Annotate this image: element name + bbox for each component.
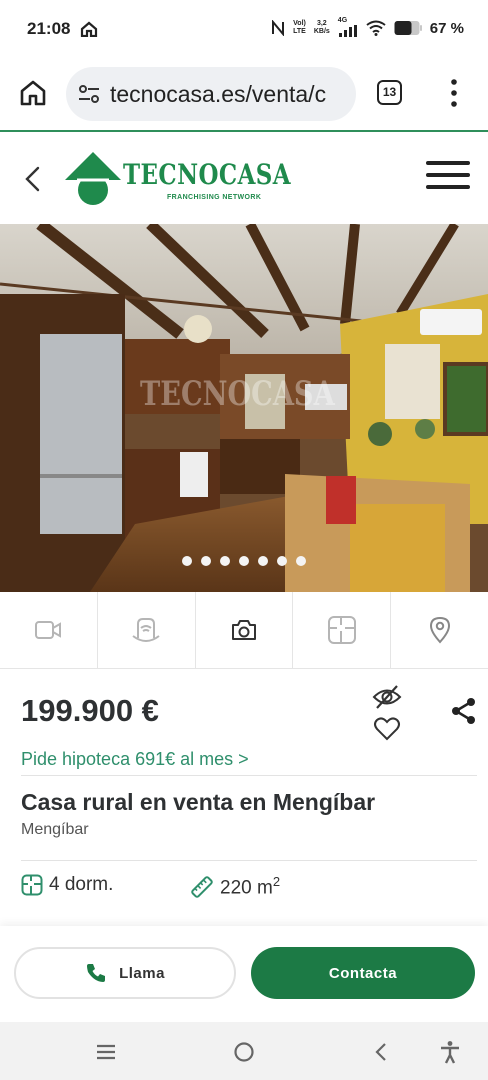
gallery-dot[interactable] (239, 556, 249, 566)
gallery-dot[interactable] (220, 556, 230, 566)
divider (21, 775, 477, 776)
ruler-icon (191, 875, 213, 898)
url-text[interactable]: tecnocasa.es/venta/c (110, 81, 326, 108)
media-tabs (0, 592, 488, 669)
share-icon[interactable] (450, 697, 478, 725)
location-pin-icon (429, 616, 450, 644)
battery-icon (394, 21, 422, 35)
phone-icon (87, 964, 106, 982)
browser-toolbar: tecnocasa.es/venta/c 13 (0, 58, 488, 132)
recent-apps-icon[interactable] (94, 1040, 118, 1064)
floor-plan-icon (21, 874, 43, 896)
logo-wordmark: TECNOCASA (123, 158, 292, 191)
hide-listing-icon[interactable] (372, 683, 402, 711)
status-bar: 21:08 Vol) LTE 3,2 KB/s 4G 67 % (0, 0, 488, 58)
gallery-dot[interactable] (182, 556, 192, 566)
listing-location: Mengíbar (21, 821, 89, 838)
logo-tagline: FRANCHISING NETWORK (167, 194, 262, 201)
more-options-icon[interactable] (444, 76, 464, 110)
gallery-dot[interactable] (296, 556, 306, 566)
accessibility-icon[interactable] (438, 1040, 462, 1064)
floor-plan-icon (327, 616, 356, 644)
tab-video[interactable] (0, 592, 98, 668)
call-button-label: Llama (119, 964, 165, 982)
listing-price: 199.900 € (21, 693, 159, 728)
heart-icon[interactable] (373, 715, 401, 741)
area-value: 220 m2 (220, 874, 281, 899)
home-circle-icon[interactable] (232, 1040, 256, 1064)
site-settings-icon[interactable] (78, 84, 100, 104)
tab-map[interactable] (391, 592, 488, 668)
listing-title: Casa rural en venta en Mengíbar (21, 789, 376, 815)
gallery-dot[interactable] (258, 556, 268, 566)
status-time: 21:08 (27, 19, 71, 38)
virtual-tour-icon (132, 618, 160, 642)
site-header: TECNOCASA FRANCHISING NETWORK (0, 134, 488, 224)
browser-home-icon[interactable] (18, 78, 48, 108)
photo-watermark: TECNOCASA (140, 374, 335, 414)
tab-virtual-tour[interactable] (98, 592, 196, 668)
system-nav-bar (0, 1022, 488, 1080)
mortgage-link[interactable]: Pide hipoteca 691€ al mes > (21, 749, 249, 770)
tab-switcher-button[interactable]: 13 (377, 80, 402, 105)
tecnocasa-logo[interactable]: TECNOCASA FRANCHISING NETWORK (63, 150, 291, 208)
back-icon[interactable] (370, 1040, 394, 1064)
call-button[interactable]: Llama (14, 947, 236, 999)
status-icons: Vol) LTE 3,2 KB/s 4G 67 % (271, 17, 464, 37)
contact-button[interactable]: Contacta (251, 947, 475, 999)
feature-area: 220 m2 (190, 874, 280, 899)
wifi-icon (366, 20, 386, 36)
battery-percent: 67 % (429, 19, 464, 37)
signal-icon: 4G (338, 17, 358, 37)
speed-indicator: 3,2 KB/s (313, 20, 330, 35)
volte-indicator: Vol) LTE (293, 20, 306, 35)
gallery-dot[interactable] (277, 556, 287, 566)
feature-bedrooms: 4 dorm. (21, 874, 113, 896)
logo-house-icon (65, 152, 121, 205)
camera-icon (231, 620, 256, 640)
tab-floor-plan[interactable] (293, 592, 392, 668)
nfc-icon (272, 20, 285, 36)
photo-gallery[interactable]: TECNOCASA (0, 224, 488, 592)
contact-bar: Llama Contacta (0, 926, 488, 1022)
gallery-pagination (0, 556, 488, 566)
video-camera-icon (35, 621, 62, 639)
home-notification-icon (80, 21, 98, 37)
tab-photos[interactable] (196, 592, 294, 668)
gallery-dot[interactable] (201, 556, 211, 566)
back-arrow-icon[interactable] (20, 164, 46, 194)
bedrooms-value: 4 dorm. (49, 874, 114, 895)
divider (21, 860, 477, 861)
address-bar[interactable]: tecnocasa.es/venta/c (66, 67, 356, 121)
hamburger-menu-icon[interactable] (426, 161, 470, 193)
